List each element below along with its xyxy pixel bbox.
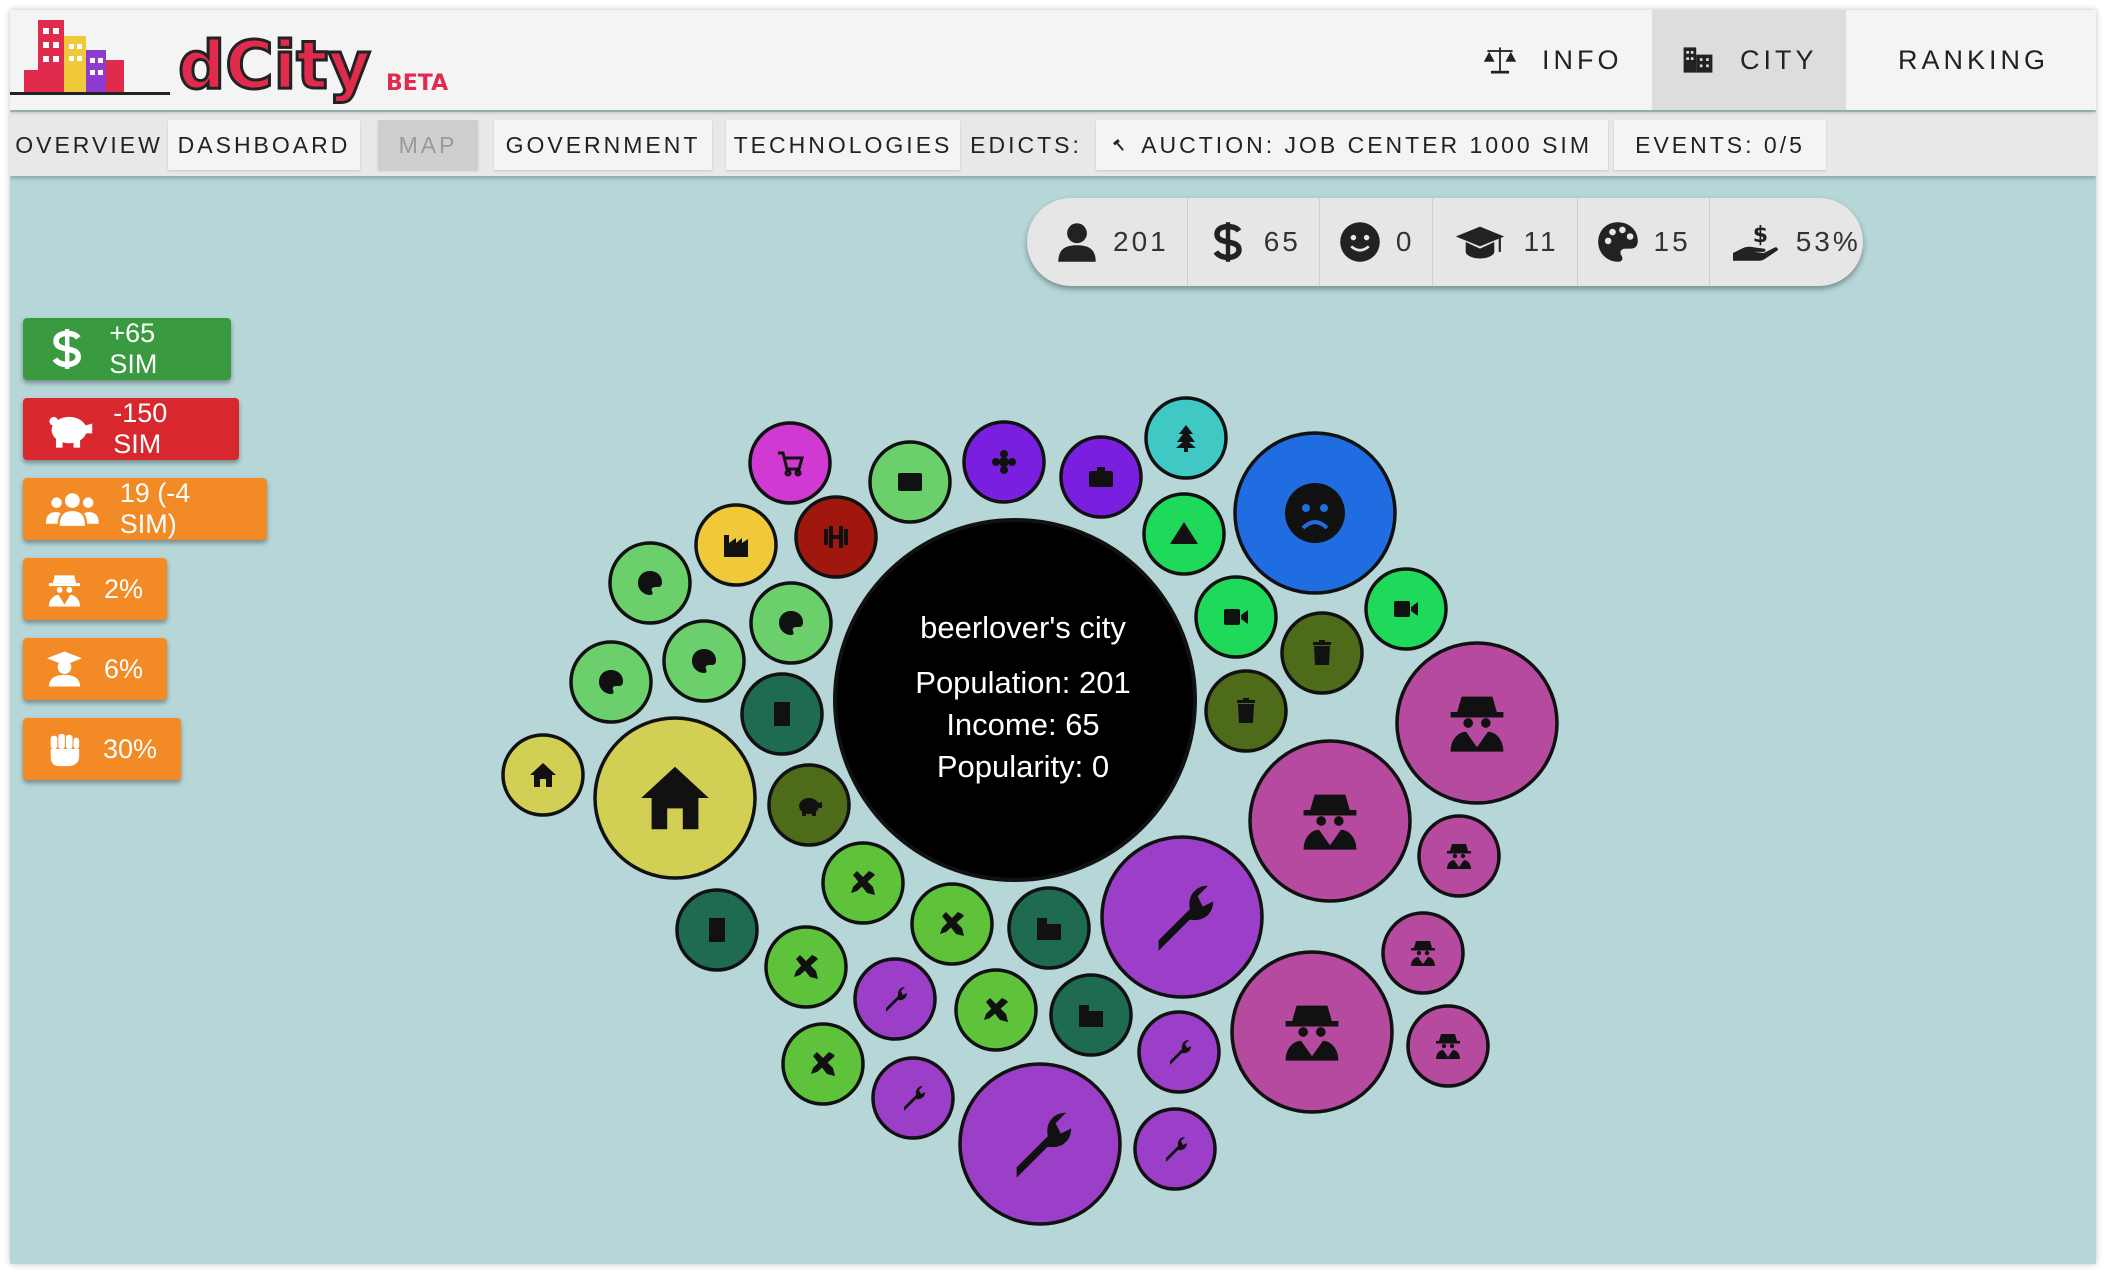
edict-auction-label: AUCTION: JOB CENTER 1000 SIM xyxy=(1141,131,1592,158)
city-icon xyxy=(1683,47,1713,73)
nav-ranking[interactable]: RANKING xyxy=(1846,10,2076,110)
sub-nav-bar: OVERVIEW DASHBOARD MAP GOVERNMENT TECHNO… xyxy=(10,112,2096,176)
tab-government[interactable]: GOVERNMENT xyxy=(494,120,712,170)
tab-dashboard[interactable]: DASHBOARD xyxy=(168,120,360,170)
nav-info[interactable]: INFO xyxy=(1454,10,1652,110)
city-popularity: Popularity: 0 xyxy=(936,749,1110,784)
city-name: beerlover's city xyxy=(920,610,1126,645)
svg-text:dCity: dCity xyxy=(178,27,371,104)
tab-technologies[interactable]: TECHNOLOGIES xyxy=(726,120,960,170)
city-summary: beerlover's city Population: 201 Income:… xyxy=(833,610,1213,788)
nav-info-label: INFO xyxy=(1542,44,1623,75)
app-frame: dCity BETA INFO CITY RANKING OVERVIEW DA… xyxy=(10,10,2096,1264)
city-income: Income: 65 xyxy=(946,707,1100,742)
nav-ranking-label: RANKING xyxy=(1898,44,2050,75)
svg-text:BETA: BETA xyxy=(386,71,448,96)
edicts-label: EDICTS: xyxy=(970,131,1082,158)
events-button[interactable]: EVENTS: 0/5 xyxy=(1614,120,1826,170)
city-logo-icon: dCity BETA xyxy=(10,20,448,106)
tab-overview[interactable]: OVERVIEW xyxy=(10,120,168,170)
edict-auction-button[interactable]: AUCTION: JOB CENTER 1000 SIM xyxy=(1096,120,1608,170)
balance-scale-icon xyxy=(1483,47,1517,74)
city-population: Population: 201 xyxy=(915,665,1131,700)
nav-city[interactable]: CITY xyxy=(1652,10,1846,110)
gavel-icon xyxy=(1113,139,1124,151)
nav-city-label: CITY xyxy=(1740,44,1818,75)
tab-map[interactable]: MAP xyxy=(378,120,478,170)
logo[interactable]: dCity BETA xyxy=(10,10,460,110)
top-bar: dCity BETA INFO CITY RANKING xyxy=(10,10,2096,110)
